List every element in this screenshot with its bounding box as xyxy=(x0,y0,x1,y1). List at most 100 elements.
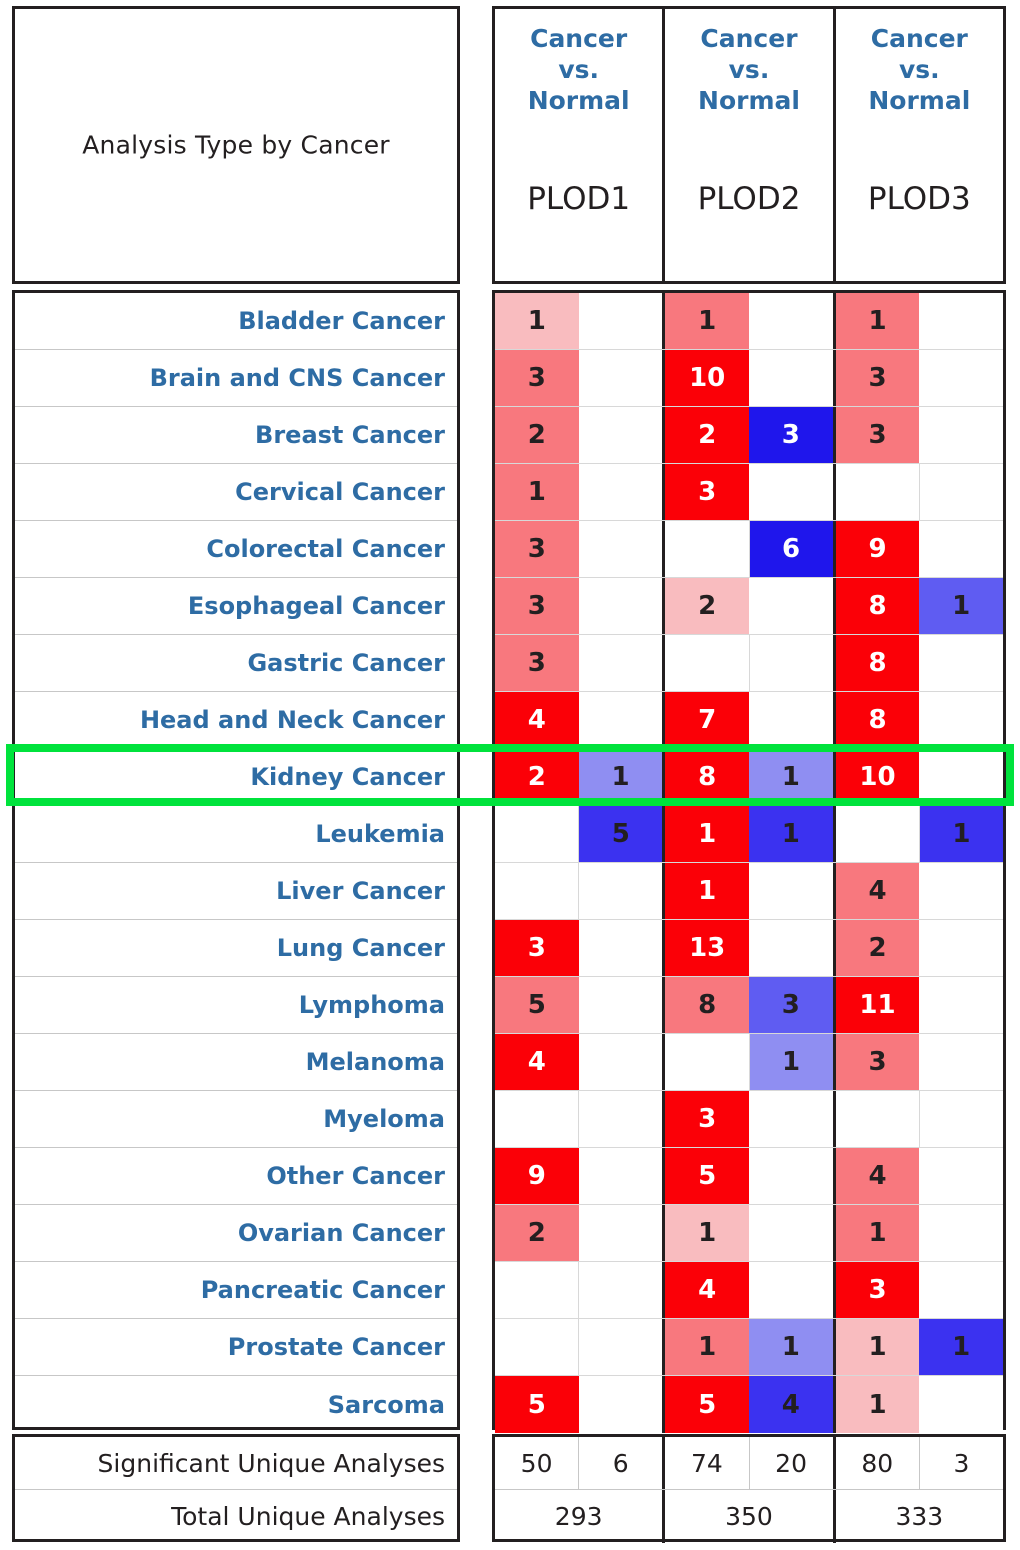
heatmap-cell[interactable]: 3 xyxy=(835,407,920,463)
cancer-type-label[interactable]: Colorectal Cancer xyxy=(15,521,457,578)
cancer-type-label[interactable]: Sarcoma xyxy=(15,1376,457,1433)
heatmap-cell[interactable]: 3 xyxy=(495,920,579,976)
heatmap-cell[interactable]: 8 xyxy=(665,749,749,805)
heatmap-cell[interactable]: 4 xyxy=(835,1148,920,1204)
heatmap-cell[interactable]: 1 xyxy=(835,1319,920,1375)
heatmap-cell[interactable]: 2 xyxy=(835,920,920,976)
heatmap-cell[interactable]: 3 xyxy=(835,1262,920,1318)
heatmap-cell-empty xyxy=(835,1091,920,1147)
cancer-type-label[interactable]: Ovarian Cancer xyxy=(15,1205,457,1262)
cancer-type-label[interactable]: Pancreatic Cancer xyxy=(15,1262,457,1319)
cancer-type-label[interactable]: Cervical Cancer xyxy=(15,464,457,521)
cancer-type-label[interactable]: Liver Cancer xyxy=(15,863,457,920)
heatmap-cell-empty xyxy=(749,920,833,976)
gene-group-plod1 xyxy=(495,863,666,919)
heatmap-cell[interactable]: 1 xyxy=(495,293,579,349)
heatmap-cell[interactable]: 8 xyxy=(835,635,920,691)
cancer-type-label[interactable]: Bladder Cancer xyxy=(15,293,457,350)
heatmap-cell[interactable]: 6 xyxy=(749,521,833,577)
heatmap-cell[interactable]: 9 xyxy=(835,521,920,577)
cancer-type-label[interactable]: Myeloma xyxy=(15,1091,457,1148)
heatmap-cell[interactable]: 10 xyxy=(665,350,749,406)
cancer-type-label[interactable]: Brain and CNS Cancer xyxy=(15,350,457,407)
heatmap-cell[interactable]: 9 xyxy=(495,1148,579,1204)
heatmap-cell[interactable]: 3 xyxy=(749,977,833,1033)
heatmap-cell[interactable]: 3 xyxy=(749,407,833,463)
heatmap-cell[interactable]: 1 xyxy=(665,1319,749,1375)
table-row: 2 1 1 xyxy=(495,1205,1003,1262)
heatmap-cell[interactable]: 1 xyxy=(665,806,749,862)
cancer-type-label[interactable]: Prostate Cancer xyxy=(15,1319,457,1376)
heatmap-cell[interactable]: 7 xyxy=(665,692,749,748)
heatmap-cell[interactable]: 1 xyxy=(835,293,920,349)
heatmap-cell[interactable]: 4 xyxy=(495,692,579,748)
header-gene-columns: Cancer vs. Normal PLOD1 Cancer vs. Normal PLOD2… xyxy=(492,6,1006,284)
cancer-type-label[interactable]: Leukemia xyxy=(15,806,457,863)
heatmap-cell[interactable]: 3 xyxy=(835,350,920,406)
heatmap-cell[interactable]: 1 xyxy=(749,806,833,862)
heatmap-cell[interactable]: 8 xyxy=(835,692,920,748)
heatmap-cell[interactable]: 1 xyxy=(749,1034,833,1090)
heatmap-cell[interactable]: 5 xyxy=(665,1148,749,1204)
heatmap-cell[interactable]: 3 xyxy=(495,635,579,691)
heatmap-cell[interactable]: 11 xyxy=(835,977,920,1033)
heatmap-cell[interactable]: 4 xyxy=(749,1376,833,1433)
cancer-type-label[interactable]: Lymphoma xyxy=(15,977,457,1034)
heatmap-cell[interactable]: 13 xyxy=(665,920,749,976)
heatmap-cell-empty xyxy=(749,1205,833,1261)
heatmap-cell[interactable]: 3 xyxy=(835,1034,920,1090)
heatmap-cell[interactable]: 1 xyxy=(749,1319,833,1375)
heatmap-cell-empty xyxy=(495,806,580,862)
heatmap-cell[interactable]: 3 xyxy=(495,578,579,634)
heatmap-cell[interactable]: 1 xyxy=(835,1376,920,1433)
heatmap-cell-empty xyxy=(579,1091,663,1147)
heatmap-cell[interactable]: 1 xyxy=(665,293,749,349)
heatmap-cell[interactable]: 1 xyxy=(919,806,1003,862)
heatmap-cell-empty xyxy=(749,464,833,520)
heatmap-cell[interactable]: 2 xyxy=(495,749,579,805)
heatmap-cell[interactable]: 8 xyxy=(665,977,749,1033)
gene-group-plod3: 3 xyxy=(835,1262,1003,1318)
heatmap-cell-empty xyxy=(919,692,1003,748)
heatmap-cell[interactable]: 3 xyxy=(495,350,579,406)
heatmap-cell[interactable]: 4 xyxy=(835,863,920,919)
total-unique-analyses-row: 293 350 333 xyxy=(495,1490,1003,1543)
cancer-type-label[interactable]: Head and Neck Cancer xyxy=(15,692,457,749)
heatmap-cell[interactable]: 2 xyxy=(495,407,579,463)
gene-group-plod3: 8 xyxy=(835,692,1003,748)
cancer-type-label[interactable]: Breast Cancer xyxy=(15,407,457,464)
heatmap-cell[interactable]: 2 xyxy=(665,407,749,463)
cancer-type-label[interactable]: Melanoma xyxy=(15,1034,457,1091)
heatmap-cell[interactable]: 5 xyxy=(579,806,663,862)
header-column-list: Cancer vs. Normal PLOD1 Cancer vs. Normal PLOD2… xyxy=(495,9,1003,281)
heatmap-cell[interactable]: 1 xyxy=(919,578,1003,634)
heatmap-cell[interactable]: 1 xyxy=(919,1319,1003,1375)
heatmap-cell[interactable]: 1 xyxy=(749,749,833,805)
heatmap-cell[interactable]: 3 xyxy=(665,464,749,520)
cancer-type-label[interactable]: Gastric Cancer xyxy=(15,635,457,692)
heatmap-cell[interactable]: 1 xyxy=(835,1205,920,1261)
cancer-type-label[interactable]: Other Cancer xyxy=(15,1148,457,1205)
gene-group-plod1: 3 xyxy=(495,635,666,691)
heatmap-cell[interactable]: 5 xyxy=(495,1376,579,1433)
heatmap-cell[interactable]: 4 xyxy=(665,1262,749,1318)
heatmap-cell[interactable]: 1 xyxy=(495,464,579,520)
cancer-type-label[interactable]: Esophageal Cancer xyxy=(15,578,457,635)
gene-group-plod2: 1 xyxy=(665,1034,836,1090)
heatmap-cell[interactable]: 5 xyxy=(665,1376,749,1433)
cancer-type-label[interactable]: Lung Cancer xyxy=(15,920,457,977)
heatmap-cell[interactable]: 3 xyxy=(665,1091,749,1147)
heatmap-cell[interactable]: 1 xyxy=(665,863,749,919)
heatmap-cell[interactable]: 3 xyxy=(495,521,579,577)
heatmap-cell[interactable]: 10 xyxy=(835,749,920,805)
cancer-type-label[interactable]: Kidney Cancer xyxy=(15,749,457,806)
heatmap-cell[interactable]: 8 xyxy=(835,578,920,634)
heatmap-cell[interactable]: 1 xyxy=(665,1205,749,1261)
heatmap-cell[interactable]: 2 xyxy=(495,1205,579,1261)
heatmap-cell[interactable]: 2 xyxy=(665,578,749,634)
gene-group-plod3 xyxy=(835,464,1003,520)
heatmap-cell[interactable]: 1 xyxy=(578,749,663,805)
heatmap-cell-empty xyxy=(665,635,750,691)
heatmap-cell[interactable]: 4 xyxy=(495,1034,579,1090)
heatmap-cell[interactable]: 5 xyxy=(495,977,579,1033)
